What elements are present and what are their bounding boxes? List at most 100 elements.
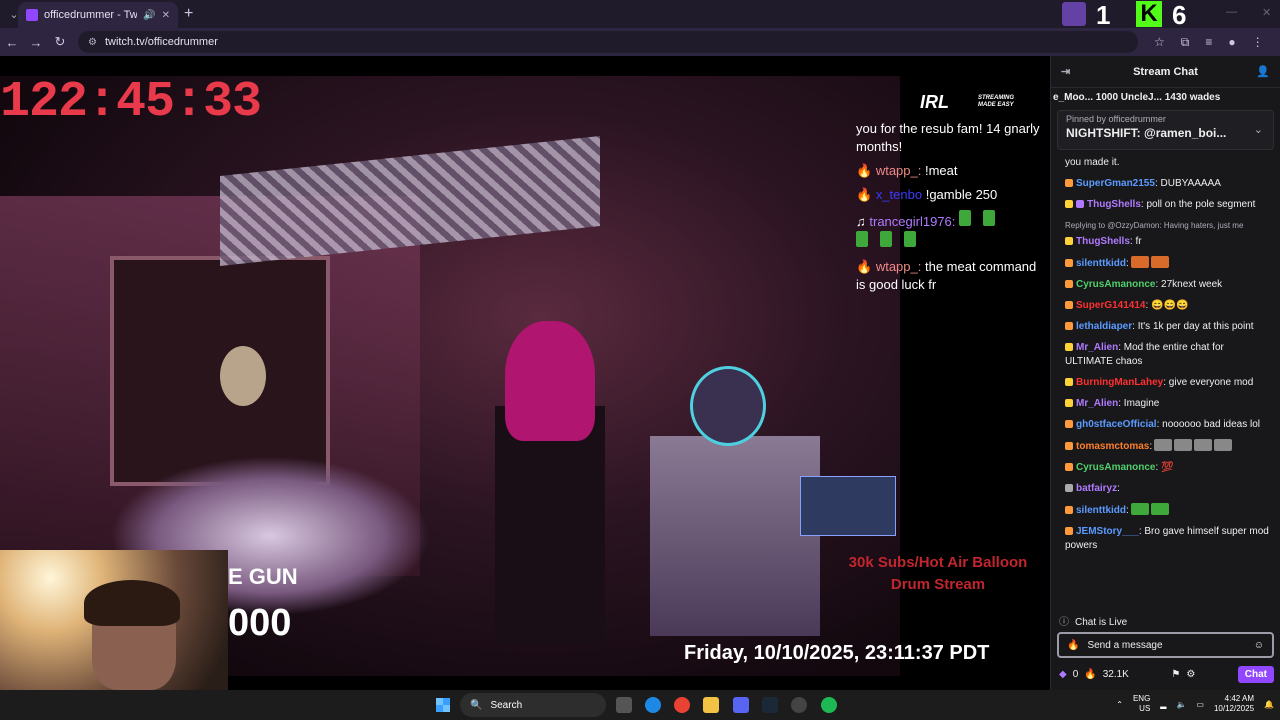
overlay-number-one: 1 (1096, 0, 1111, 30)
message-user[interactable]: ThugShells (1087, 199, 1141, 210)
speaker-icon[interactable]: 🔊 (143, 10, 155, 21)
message-text: : 27knext week (1155, 279, 1223, 290)
forward-arrow-icon[interactable]: → (24, 35, 48, 50)
stream-goal-text: 30k Subs/Hot Air Balloon Drum Stream (848, 554, 1028, 593)
scene-alien-mask (220, 346, 266, 406)
channel-points-icon[interactable]: ◆ (1059, 669, 1067, 680)
emote-icon (1150, 256, 1169, 268)
badge-icon (1065, 237, 1073, 245)
chat-messages[interactable]: you made it. SuperGman2155: DUBYAAAAA Th… (1051, 156, 1280, 611)
scene-dj-deck (800, 476, 896, 536)
reply-context[interactable]: Replying to @OzzyDamon: Having haters, j… (1065, 219, 1273, 233)
overlay-chat-line: 🔥 x_tenbo !gamble 250 (856, 187, 998, 202)
network-icon[interactable]: ▂ (1160, 700, 1166, 709)
address-bar-row: ← → ↻ ⚙ twitch.tv/officedrummer ☆ ⧉ ≡ ● … (0, 28, 1280, 56)
message-user[interactable]: gh0stfaceOfficial (1076, 419, 1157, 430)
overlay-chat-line: 🔥 wtapp_: !meat (856, 163, 958, 178)
close-tab-icon[interactable]: ✕ (162, 10, 170, 21)
message-user[interactable]: CyrusAmanonce (1076, 279, 1155, 290)
message-user[interactable]: BurningManLahey (1076, 377, 1163, 388)
profile-avatar[interactable]: ● (1228, 35, 1235, 50)
site-info-icon[interactable]: ⚙ (88, 37, 97, 48)
overlay-chat-line: 🔥 wtapp_: the meat command is good luck … (856, 259, 1037, 292)
message-user[interactable]: JEMStory___ (1076, 526, 1139, 537)
badge-icon (1065, 484, 1073, 492)
badge-icon (1065, 200, 1073, 208)
steam-icon[interactable] (762, 697, 778, 713)
chat-message: batfairyz: (1065, 482, 1273, 496)
edge-icon[interactable] (645, 697, 661, 713)
badge-icon (1065, 179, 1073, 187)
browser-tab[interactable]: officedrummer - Twitch 🔊 ✕ (18, 2, 178, 28)
tray-chevron-up-icon[interactable]: ⌃ (1116, 700, 1123, 709)
message-user[interactable]: Mr_Alien (1076, 342, 1118, 353)
new-tab-plus-icon[interactable]: + (184, 5, 193, 23)
message-user[interactable]: tomasmctomas (1076, 441, 1149, 452)
message-user[interactable]: CyrusAmanonce (1076, 462, 1155, 473)
file-explorer-icon[interactable] (703, 697, 719, 713)
chat-message: silenttkidd: (1065, 503, 1273, 518)
irl-tagline: STREAMING MADE EASY (978, 95, 1014, 108)
close-window-icon[interactable]: ✕ (1262, 6, 1271, 19)
clock-date: 10/12/2025 (1213, 704, 1255, 713)
message-user[interactable]: batfairyz (1076, 483, 1117, 494)
volume-icon[interactable]: 🔈 (1176, 700, 1186, 709)
message-user[interactable]: Mr_Alien (1076, 398, 1118, 409)
chevron-down-icon[interactable]: ⌄ (1254, 123, 1263, 136)
url-field[interactable]: ⚙ twitch.tv/officedrummer (78, 31, 1138, 53)
overlay-gun-text: E GUN (228, 564, 298, 589)
message-text: : noooooo bad ideas lol (1156, 419, 1261, 430)
region-code: US (1139, 704, 1151, 713)
bits-value: 32.1K (1102, 668, 1129, 680)
collapse-chat-icon[interactable]: ⇥ (1061, 65, 1070, 78)
kick-logo-icon: K (1136, 1, 1162, 27)
message-user[interactable]: ThugShells (1076, 236, 1130, 247)
task-view-icon[interactable] (616, 697, 632, 713)
bookmark-star-icon[interactable]: ☆ (1154, 35, 1165, 50)
emote-icon (1154, 439, 1173, 451)
message-user[interactable]: silenttkidd (1076, 505, 1126, 516)
obs-icon[interactable] (791, 697, 807, 713)
language-indicator[interactable]: ENG US (1133, 694, 1150, 714)
chat-input[interactable]: 🔥 Send a message ☺ (1057, 632, 1274, 658)
settings-gear-icon[interactable]: ⚙ (1186, 669, 1195, 680)
scene-dj (650, 436, 820, 636)
community-icon[interactable]: 👤 (1256, 65, 1270, 78)
extensions-icon[interactable]: ⧉ (1181, 35, 1190, 50)
message-user[interactable]: silenttkidd (1076, 258, 1126, 269)
pinned-message[interactable]: Pinned by officedrummer NIGHTSHIFT: @ram… (1057, 110, 1274, 150)
scene-performer (495, 406, 605, 646)
battery-icon[interactable]: ▭ (1196, 700, 1204, 709)
chrome-icon[interactable] (674, 697, 690, 713)
badge-icon (1065, 280, 1073, 288)
notification-bell-icon[interactable]: 🔔 (1264, 700, 1274, 709)
emote-picker-icon[interactable]: ☺ (1254, 640, 1264, 651)
back-arrow-icon[interactable]: ← (0, 35, 24, 50)
search-icon: 🔍 (470, 699, 483, 711)
minimize-icon[interactable]: ― (1226, 6, 1237, 18)
message-user[interactable]: lethaldiaper (1076, 321, 1132, 332)
clock[interactable]: 4:42 AM 10/12/2025 (1214, 694, 1254, 714)
badge-icon (1065, 506, 1073, 514)
message-user[interactable]: SuperG141414 (1076, 300, 1146, 311)
flame-icon: 🔥 (1067, 639, 1080, 651)
windows-taskbar: 🔍 Search ⌃ ENG US ▂ 🔈 ▭ 4:42 AM 10/12/2025… (0, 690, 1280, 720)
overlay-chat-line: you for the resub fam! 14 gnarly months! (856, 120, 1046, 156)
emote-icon (983, 210, 995, 226)
reload-icon[interactable]: ↻ (48, 34, 72, 50)
chat-input-placeholder: Send a message (1087, 639, 1163, 651)
discord-icon[interactable] (733, 697, 749, 713)
windows-start-icon[interactable] (436, 698, 450, 712)
media-control-icon[interactable]: ≡ (1205, 35, 1212, 50)
emote-icon (1130, 503, 1149, 515)
bits-flame-icon[interactable]: 🔥 (1084, 669, 1096, 680)
chat-message: SuperG141414: 😄😄😄 (1065, 299, 1273, 313)
send-chat-button[interactable]: Chat (1237, 665, 1274, 683)
taskbar-search[interactable]: 🔍 Search (460, 693, 606, 717)
message-user[interactable]: SuperGman2155 (1076, 178, 1155, 189)
shoutout-icon[interactable]: ⚑ (1171, 669, 1180, 680)
overlay-big-number: 000 (228, 602, 292, 644)
browser-menu-icon[interactable]: ⋮ (1252, 35, 1264, 50)
spotify-icon[interactable] (821, 697, 837, 713)
leaderboard[interactable]: e_Moo... 1000 UncleJ... 1430 wades (1051, 88, 1280, 106)
